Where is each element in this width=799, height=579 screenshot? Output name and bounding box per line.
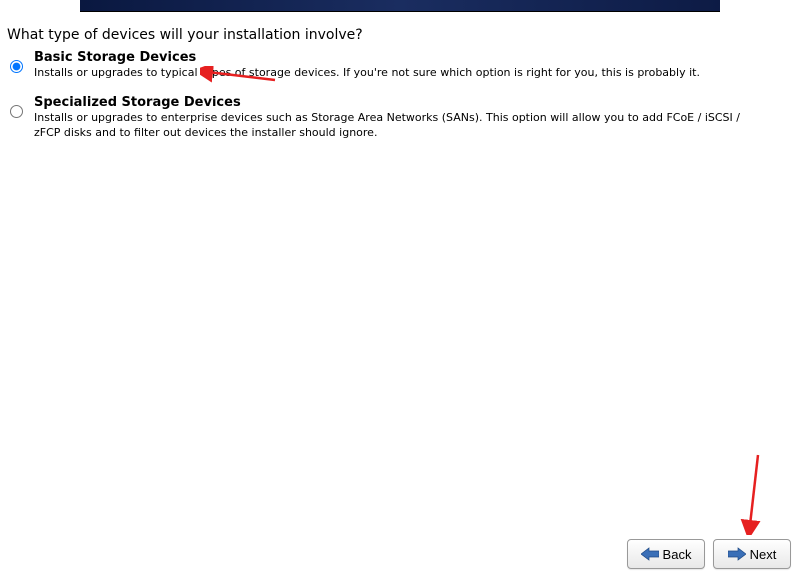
annotation-arrow-icon (740, 450, 770, 535)
footer-buttons: Back Next (627, 539, 791, 569)
option-title: Specialized Storage Devices (34, 95, 769, 110)
next-button[interactable]: Next (713, 539, 791, 569)
back-button[interactable]: Back (627, 539, 705, 569)
question-text: What type of devices will your installat… (7, 27, 363, 43)
option-basic-storage[interactable]: Basic Storage Devices Installs or upgrad… (10, 50, 789, 81)
header-banner (80, 0, 720, 12)
arrow-left-icon (641, 547, 659, 561)
storage-options: Basic Storage Devices Installs or upgrad… (10, 50, 789, 155)
next-button-label: Next (750, 547, 777, 562)
option-description: Installs or upgrades to typical types of… (34, 66, 700, 81)
option-specialized-storage[interactable]: Specialized Storage Devices Installs or … (10, 95, 789, 141)
option-description: Installs or upgrades to enterprise devic… (34, 111, 769, 141)
radio-basic-storage[interactable] (10, 60, 23, 73)
radio-specialized-storage[interactable] (10, 105, 23, 118)
arrow-right-icon (728, 547, 746, 561)
back-button-label: Back (663, 547, 692, 562)
option-title: Basic Storage Devices (34, 50, 700, 65)
